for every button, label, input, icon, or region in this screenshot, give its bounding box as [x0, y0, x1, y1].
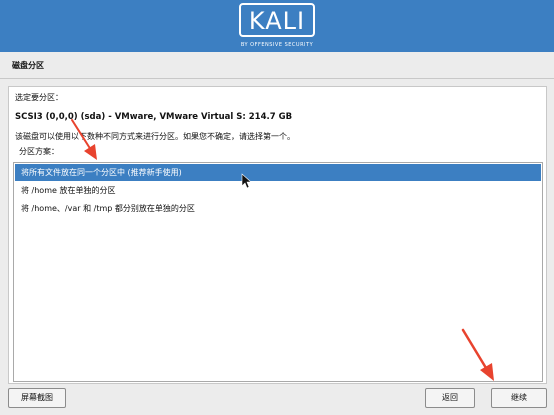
page-title: 磁盘分区 [12, 61, 44, 70]
scheme-label: 分区方案： [19, 147, 59, 156]
continue-button[interactable]: 继续 [491, 388, 547, 408]
disk-label: SCSI3 (0,0,0) (sda) - VMware, VMware Vir… [15, 112, 293, 122]
partition-scheme-list[interactable]: 将所有文件放在同一个分区中 (推荐新手使用) 将 /home 放在单独的分区 将… [13, 162, 543, 382]
list-item-separate-home-var-tmp[interactable]: 将 /home、/var 和 /tmp 都分别放在单独的分区 [15, 200, 541, 217]
screenshot-button[interactable]: 屏幕截图 [8, 388, 66, 408]
logo-text: KALI [248, 7, 306, 35]
header-banner: KALI BY OFFENSIVE SECURITY [0, 0, 554, 52]
back-button[interactable]: 返回 [425, 388, 475, 408]
info-text: 该磁盘可以使用以下数种不同方式来进行分区。如果您不确定，请选择第一个。 [15, 132, 295, 141]
section-title-bar: 磁盘分区 [0, 52, 554, 79]
logo-tagline: BY OFFENSIVE SECURITY [240, 42, 314, 48]
content-panel: 选定要分区： SCSI3 (0,0,0) (sda) - VMware, VMw… [8, 86, 547, 384]
list-item-all-in-one[interactable]: 将所有文件放在同一个分区中 (推荐新手使用) [15, 164, 541, 181]
list-item-separate-home[interactable]: 将 /home 放在单独的分区 [15, 182, 541, 199]
kali-logo: KALI [239, 3, 315, 37]
prompt-label: 选定要分区： [15, 93, 63, 102]
